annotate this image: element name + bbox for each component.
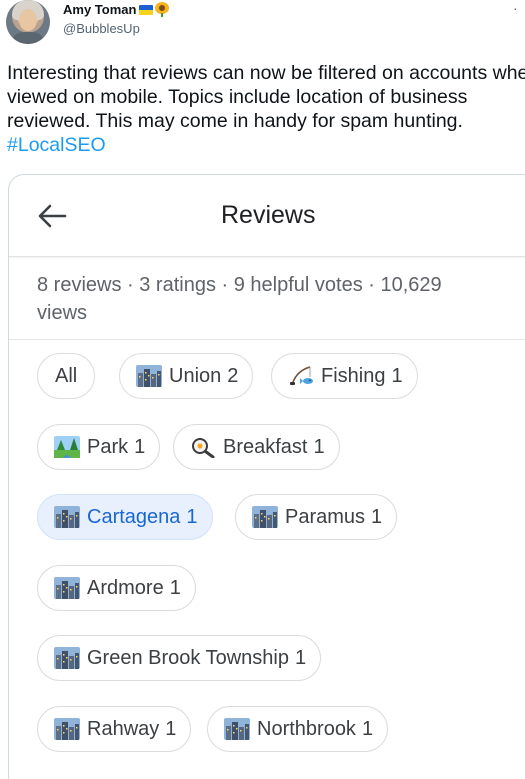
chip-count: 1 bbox=[186, 505, 198, 528]
chip-label: Fishing bbox=[321, 364, 386, 387]
back-arrow-icon[interactable] bbox=[37, 203, 67, 229]
chip-count: 1 bbox=[294, 646, 307, 669]
avatar-shirt bbox=[10, 32, 46, 44]
city-icon bbox=[54, 718, 80, 740]
chip-label: Northbrook bbox=[257, 717, 356, 740]
chip-label: Rahway bbox=[87, 717, 160, 740]
frying-pan-icon bbox=[190, 436, 216, 459]
filter-chip-park[interactable]: Park 1 bbox=[37, 424, 161, 470]
chip-count: 1 bbox=[134, 435, 146, 458]
chip-count: 1 bbox=[169, 576, 181, 599]
city-icon bbox=[54, 647, 80, 669]
chip-label: Breakfast bbox=[223, 435, 308, 458]
filter-chip-green-brook-township[interactable]: Green Brook Township 1 bbox=[37, 635, 322, 681]
tweet-text: Interesting that reviews can now be filt… bbox=[7, 61, 525, 157]
chip-count: 1 bbox=[313, 435, 325, 458]
chip-count: 1 bbox=[361, 717, 374, 740]
filter-chip-cartagena[interactable]: Cartagena 1 bbox=[37, 494, 213, 540]
tweet-body: Interesting that reviews can now be filt… bbox=[7, 62, 525, 132]
filter-chip-union[interactable]: Union 2 bbox=[119, 353, 254, 399]
page-title: Reviews bbox=[221, 201, 316, 229]
chip-label: Union bbox=[169, 364, 222, 387]
filter-chip-fishing[interactable]: Fishing 1 bbox=[271, 353, 418, 399]
city-icon bbox=[54, 577, 80, 599]
chip-count: 1 bbox=[391, 364, 403, 387]
city-icon bbox=[54, 506, 80, 528]
filter-chip-ardmore[interactable]: Ardmore 1 bbox=[37, 565, 196, 611]
chip-label: Green Brook Township bbox=[87, 646, 289, 669]
filter-chip-northbrook[interactable]: Northbrook 1 bbox=[207, 706, 389, 752]
user-handle[interactable]: @BubblesUp bbox=[63, 21, 140, 36]
app-bar: Reviews bbox=[9, 175, 525, 257]
avatar[interactable] bbox=[6, 0, 50, 44]
chip-label: Cartagena bbox=[87, 505, 181, 528]
hashtag-link[interactable]: #LocalSEO bbox=[7, 134, 106, 156]
fishing-icon bbox=[288, 365, 314, 387]
chip-label: Park bbox=[87, 435, 129, 458]
review-summary: 8 reviews · 3 ratings · 9 helpful votes … bbox=[37, 274, 442, 324]
more-options-icon[interactable]: · bbox=[513, 0, 519, 16]
filter-chip-paramus[interactable]: Paramus 1 bbox=[235, 494, 398, 540]
divider bbox=[9, 339, 525, 340]
chip-label: All bbox=[55, 364, 78, 387]
park-icon bbox=[54, 436, 80, 458]
filter-chip-all[interactable]: All bbox=[37, 353, 96, 399]
display-name[interactable]: Amy Toman bbox=[63, 2, 136, 17]
tweet-header: Amy Toman @BubblesUp · bbox=[0, 0, 525, 52]
sunflower-icon bbox=[155, 2, 170, 17]
chip-count: 2 bbox=[227, 364, 239, 387]
ukraine-flag-icon bbox=[139, 5, 154, 15]
filter-chip-breakfast[interactable]: Breakfast 1 bbox=[173, 424, 340, 470]
chip-count: 1 bbox=[371, 505, 383, 528]
display-name-row[interactable]: Amy Toman bbox=[63, 2, 170, 17]
chip-label: Paramus bbox=[285, 505, 366, 528]
city-icon bbox=[136, 365, 162, 387]
chip-label: Ardmore bbox=[87, 576, 164, 599]
tweet-media-screenshot[interactable]: Reviews 8 reviews · 3 ratings · 9 helpfu… bbox=[8, 174, 525, 779]
city-icon bbox=[224, 718, 250, 740]
city-icon bbox=[252, 506, 278, 528]
avatar-face bbox=[19, 9, 37, 31]
chip-count: 1 bbox=[165, 717, 177, 740]
filter-chip-rahway[interactable]: Rahway 1 bbox=[37, 706, 192, 752]
